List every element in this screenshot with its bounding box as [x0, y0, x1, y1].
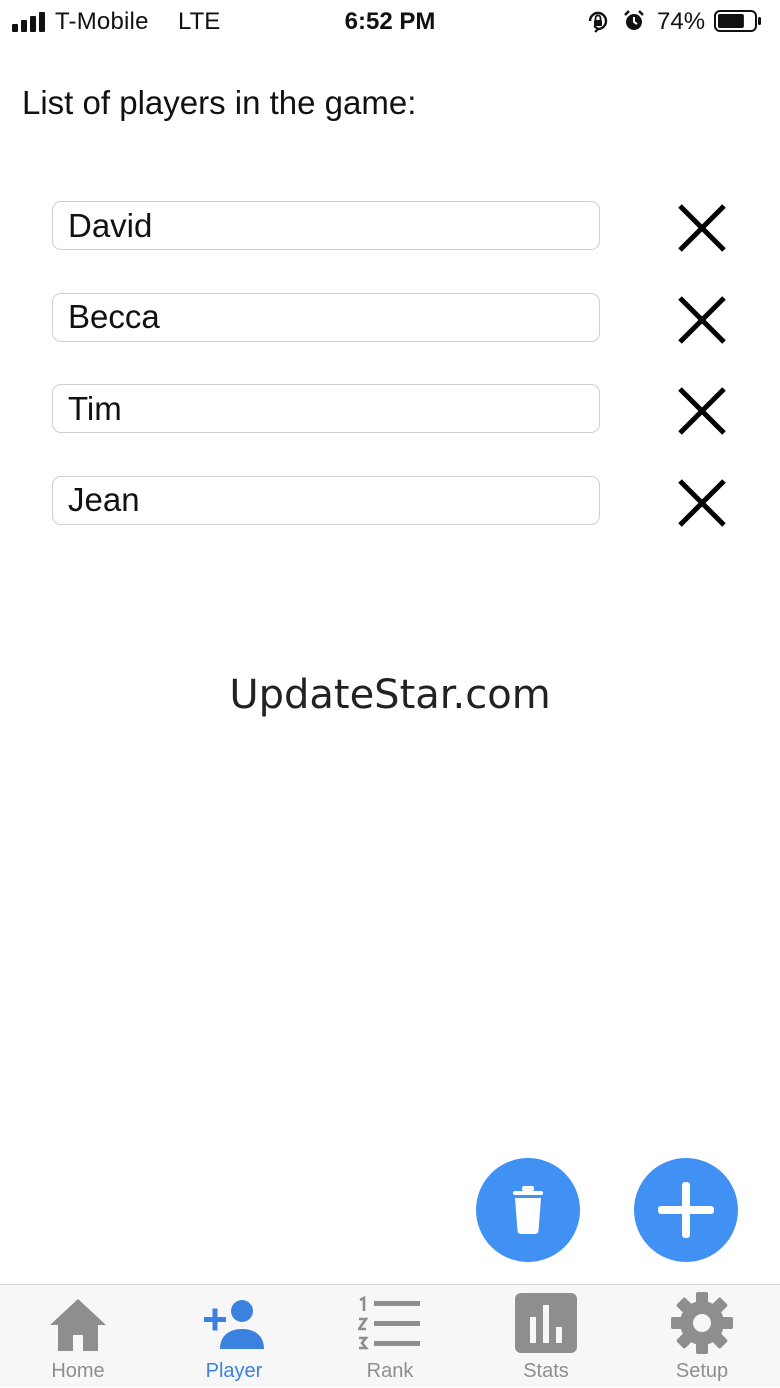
tab-home[interactable]: Home — [0, 1285, 156, 1388]
watermark: UpdateStar.com — [229, 672, 551, 718]
player-row — [0, 201, 780, 254]
add-person-icon — [204, 1300, 264, 1349]
close-icon — [678, 204, 726, 252]
tab-player[interactable]: Player — [156, 1285, 312, 1388]
tab-label-setup: Setup — [675, 1360, 729, 1382]
tab-bar: Home Player Rank Stats Setup — [0, 1284, 780, 1387]
player-row — [0, 292, 780, 346]
battery-percent: 74% — [657, 8, 706, 35]
close-icon — [678, 478, 726, 527]
tab-label-stats: Stats — [523, 1360, 569, 1382]
battery-icon — [714, 10, 761, 32]
player-row — [0, 475, 780, 529]
player-row — [0, 384, 780, 437]
remove-player-button[interactable] — [676, 202, 728, 254]
tab-rank[interactable]: Rank — [312, 1285, 468, 1388]
close-icon — [678, 387, 726, 435]
add-player-button[interactable] — [634, 1158, 738, 1262]
tab-label-home: Home — [51, 1360, 105, 1382]
page-title: List of players in the game: — [22, 84, 417, 121]
player-name-input[interactable] — [52, 201, 600, 250]
home-icon — [50, 1299, 106, 1351]
trash-icon — [513, 1186, 543, 1235]
bar-chart-icon — [515, 1293, 577, 1353]
remove-player-button[interactable] — [676, 294, 728, 346]
player-name-input[interactable] — [52, 475, 600, 525]
gear-icon — [671, 1292, 733, 1354]
orientation-lock-icon — [588, 11, 608, 33]
player-name-input[interactable] — [52, 292, 600, 342]
tab-label-player: Player — [205, 1360, 263, 1382]
alarm-icon — [624, 10, 644, 30]
tab-label-rank: Rank — [366, 1360, 414, 1382]
status-bar: T-Mobile LTE 6:52 PM 74% — [0, 0, 780, 44]
remove-player-button[interactable] — [676, 477, 728, 529]
tab-setup[interactable]: Setup — [624, 1285, 780, 1388]
remove-player-button[interactable] — [676, 385, 728, 437]
close-icon — [678, 295, 726, 344]
plus-icon — [658, 1182, 714, 1238]
ordered-list-icon — [358, 1295, 420, 1350]
player-name-input[interactable] — [52, 384, 600, 433]
delete-all-button[interactable] — [476, 1158, 580, 1262]
tab-stats[interactable]: Stats — [468, 1285, 624, 1388]
